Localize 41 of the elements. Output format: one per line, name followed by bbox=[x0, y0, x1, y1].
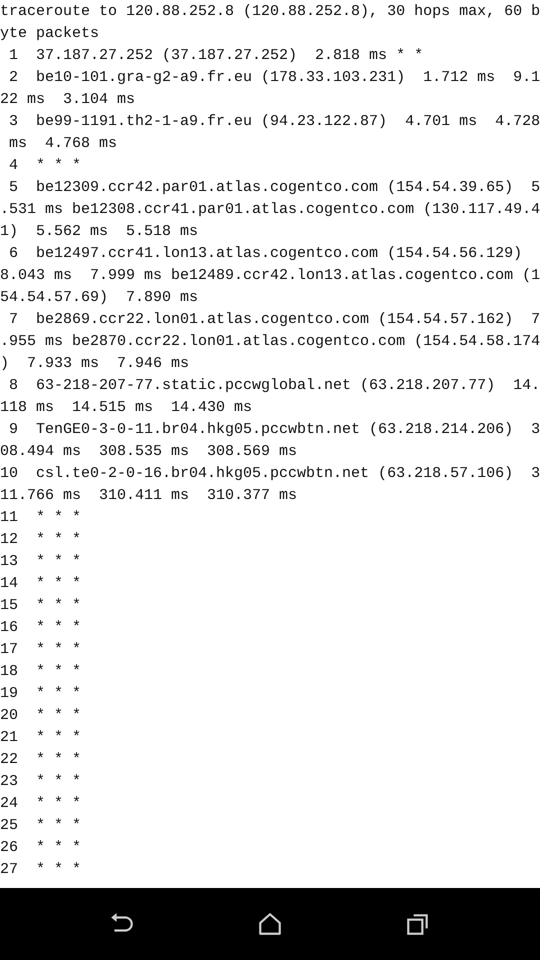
terminal-line: 4 * * * bbox=[8, 156, 82, 176]
terminal-line: 21 * * * bbox=[0, 728, 82, 748]
terminal-line: 23 * * * bbox=[0, 772, 82, 792]
terminal-line: 118 ms 14.515 ms 14.430 ms bbox=[0, 398, 252, 418]
terminal-line: 22 * * * bbox=[0, 750, 82, 770]
terminal-line: 26 * * * bbox=[0, 838, 82, 858]
terminal-line: 8.043 ms 7.999 ms be12489.ccr42.lon13.atlas.cogentco.com (1 bbox=[0, 266, 540, 286]
terminal-line: 8 63-218-207-77.static.pccwglobal.net (63.218.207.77) 14. bbox=[8, 376, 540, 396]
home-icon bbox=[257, 911, 283, 937]
terminal-line: 22 ms 3.104 ms bbox=[0, 90, 136, 110]
terminal-line: yte packets bbox=[0, 24, 100, 44]
terminal-line: 27 * * * bbox=[0, 860, 82, 880]
terminal-line: 20 * * * bbox=[0, 706, 82, 726]
terminal-line: 7 be2869.ccr22.lon01.atlas.cogentco.com (154.54.57.162) 7 bbox=[8, 310, 540, 330]
terminal-line: 1 37.187.27.252 (37.187.27.252) 2.818 ms * * bbox=[8, 46, 424, 66]
terminal-line: 10 csl.te0-2-0-16.br04.hkg05.pccwbtn.net (63.218.57.106) 3 bbox=[0, 464, 540, 484]
terminal-line: ) 7.933 ms 7.946 ms bbox=[0, 354, 190, 374]
terminal-line: 25 * * * bbox=[0, 816, 82, 836]
terminal-line: 2 be10-101.gra-g2-a9.fr.eu (178.33.103.231) 1.712 ms 9.1 bbox=[8, 68, 540, 88]
terminal-line: 9 TenGE0-3-0-11.br04.hkg05.pccwbtn.net (63.218.214.206) 3 bbox=[8, 420, 540, 440]
terminal-line: 6 be12497.ccr41.lon13.atlas.cogentco.com (154.54.56.129) bbox=[8, 244, 522, 264]
terminal-line: .955 ms be2870.ccr22.lon01.atlas.cogentco.com (154.54.58.174 bbox=[0, 332, 540, 352]
terminal-line: 13 * * * bbox=[0, 552, 82, 572]
terminal-line: 17 * * * bbox=[0, 640, 82, 660]
terminal-line: 5 be12309.ccr42.par01.atlas.cogentco.com (154.54.39.65) 5 bbox=[8, 178, 540, 198]
terminal-line: 11 * * * bbox=[0, 508, 82, 528]
terminal-line: ms 4.768 ms bbox=[8, 134, 118, 154]
terminal-line: 11.766 ms 310.411 ms 310.377 ms bbox=[0, 486, 298, 506]
terminal-line: 15 * * * bbox=[0, 596, 82, 616]
terminal-line: 19 * * * bbox=[0, 684, 82, 704]
terminal-line: 14 * * * bbox=[0, 574, 82, 594]
terminal-line: 08.494 ms 308.535 ms 308.569 ms bbox=[0, 442, 298, 462]
terminal-line: 18 * * * bbox=[0, 662, 82, 682]
terminal-line: 1) 5.562 ms 5.518 ms bbox=[0, 222, 198, 242]
terminal-line: 16 * * * bbox=[0, 618, 82, 638]
terminal-line: 24 * * * bbox=[0, 794, 82, 814]
terminal-line: 3 be99-1191.th2-1-a9.fr.eu (94.23.122.87) 4.701 ms 4.728 bbox=[8, 112, 540, 132]
terminal-line: 12 * * * bbox=[0, 530, 82, 550]
terminal-line: 54.54.57.69) 7.890 ms bbox=[0, 288, 198, 308]
terminal-line: traceroute to 120.88.252.8 (120.88.252.8), 30 hops max, 60 b bbox=[0, 2, 540, 22]
terminal-line: .531 ms be12308.ccr41.par01.atlas.cogentco.com (130.117.49.4 bbox=[0, 200, 540, 220]
